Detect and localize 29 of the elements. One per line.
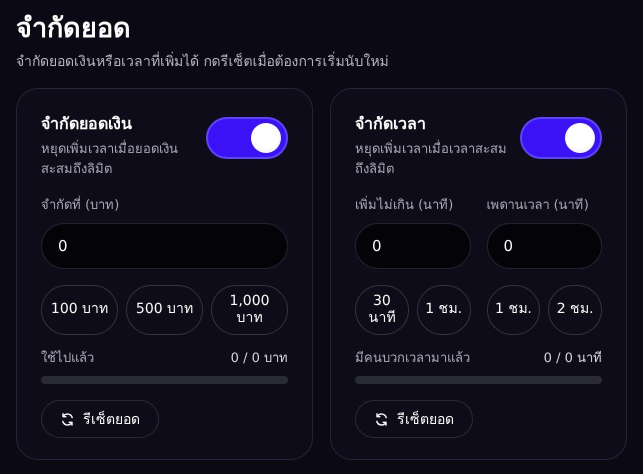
card-description: หยุดเพิ่มเวลาเมื่อเวลาสะสมถึงลิมิต: [355, 140, 512, 180]
reset-button[interactable]: รีเซ็ตยอด: [41, 400, 159, 438]
preset-chip[interactable]: 500 บาท: [126, 285, 203, 335]
usage-label: มีคนบวกเวลามาแล้ว: [355, 350, 470, 368]
field-label: เพดานเวลา (นาที): [486, 196, 590, 215]
input-field[interactable]: 0: [355, 223, 470, 269]
usage-reading: 0 / 0 นาที: [544, 350, 602, 368]
page-subtitle: จำกัดยอดเงินหรือเวลาที่เพิ่มได้ กดรีเซ็ตเมื่อต้องการเริ่มนับใหม่: [16, 50, 627, 72]
usage-reading: 0 / 0 บาท: [230, 350, 288, 368]
refresh-icon: [374, 412, 389, 426]
preset-chip[interactable]: 2 ชม.: [548, 285, 602, 335]
reset-button[interactable]: รีเซ็ตยอด: [355, 400, 473, 438]
preset-chip[interactable]: 1,000 บาท: [211, 285, 288, 335]
preset-chip[interactable]: 30 นาที: [355, 285, 409, 335]
card-title: จำกัดเวลา: [355, 113, 427, 135]
preset-chip[interactable]: 1 ชม.: [486, 285, 540, 335]
toggle-switch[interactable]: [520, 117, 602, 159]
toggle-switch[interactable]: [206, 117, 288, 159]
refresh-icon: [60, 412, 75, 426]
preset-chip[interactable]: 1 ชม.: [416, 285, 470, 335]
preset-chip[interactable]: 100 บาท: [41, 285, 118, 335]
field-label: เพิ่มไม่เกิน (นาที): [355, 194, 470, 215]
card-description: หยุดเพิ่มเวลาเมื่อยอดเงินสะสมถึงลิมิต: [41, 140, 198, 180]
card-title: จำกัดยอดเงิน: [41, 113, 133, 135]
usage-label: ใช้ไปแล้ว: [41, 349, 94, 368]
page-title: จำกัดยอด: [16, 12, 132, 46]
input-field[interactable]: 0: [486, 223, 602, 269]
input-field[interactable]: 0: [41, 223, 288, 269]
field-label: จำกัดที่ (บาท): [41, 194, 288, 215]
